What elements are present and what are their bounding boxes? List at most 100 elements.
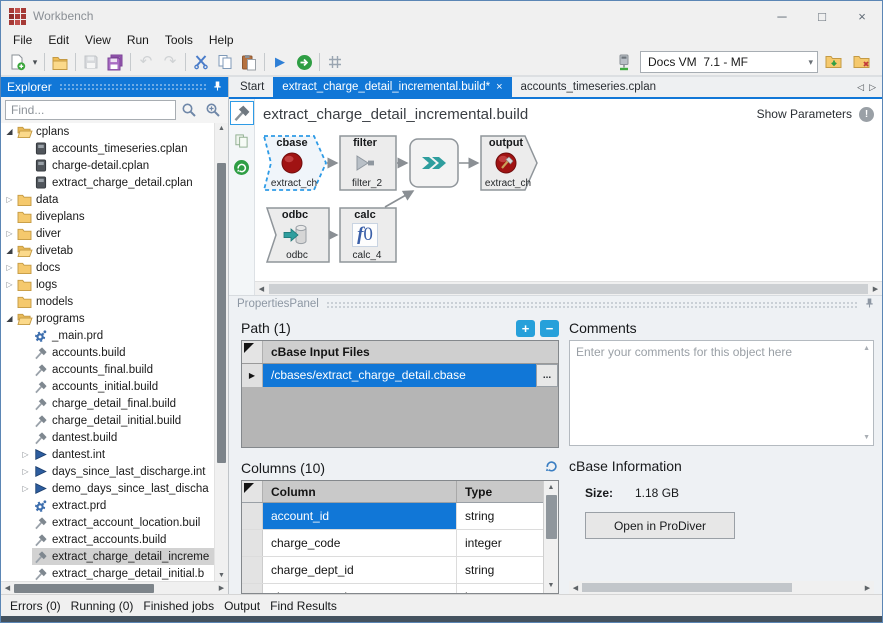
pin-icon[interactable] xyxy=(213,80,222,95)
column-row[interactable]: charge_quantityinteger xyxy=(242,584,543,594)
column-type-cell[interactable]: integer xyxy=(457,584,543,594)
column-row[interactable]: charge_codeinteger xyxy=(242,530,543,557)
status-output[interactable]: Output xyxy=(219,597,265,615)
scroll-left-icon[interactable]: ◀ xyxy=(1,584,14,592)
node-merge[interactable] xyxy=(409,138,459,188)
tree-item-body[interactable]: demo_days_since_last_discha xyxy=(32,480,214,497)
scroll-thumb[interactable] xyxy=(14,584,154,593)
expander-expanded-icon[interactable]: ◢ xyxy=(3,246,16,255)
tree-horizontal-scrollbar[interactable]: ◀ ▶ xyxy=(1,581,228,594)
tree-item-body[interactable]: extract_accounts.build xyxy=(32,531,214,548)
column-type-cell[interactable]: string xyxy=(457,557,543,583)
tree-item[interactable]: extract.prd xyxy=(1,497,214,514)
tree-item-body[interactable]: charge_detail_initial.build xyxy=(32,412,214,429)
scroll-right-icon[interactable]: ▶ xyxy=(215,584,228,592)
status-errors[interactable]: Errors (0) xyxy=(5,597,66,615)
column-type-cell[interactable]: integer xyxy=(457,530,543,556)
scroll-down-icon[interactable]: ▼ xyxy=(863,434,870,441)
row-selector[interactable] xyxy=(242,530,263,556)
tab-scroll-right-icon[interactable]: ▷ xyxy=(869,82,876,93)
folder-delete-button[interactable] xyxy=(850,50,874,74)
tree-item[interactable]: accounts.build xyxy=(1,344,214,361)
tree-item[interactable]: extract_charge_detail_initial.b xyxy=(1,565,214,581)
tree-item[interactable]: ◢divetab xyxy=(1,242,214,259)
tree-item-body[interactable]: accounts_timeseries.cplan xyxy=(32,140,214,157)
tree-item[interactable]: extract_charge_detail.cplan xyxy=(1,174,214,191)
scroll-thumb[interactable] xyxy=(546,495,557,539)
select-all-corner[interactable] xyxy=(242,341,263,363)
pin-icon[interactable] xyxy=(865,297,874,312)
show-parameters-link[interactable]: Show Parameters xyxy=(757,107,852,121)
tree-item[interactable]: ▷docs xyxy=(1,259,214,276)
tree-item[interactable]: charge_detail_final.build xyxy=(1,395,214,412)
row-selector[interactable] xyxy=(242,584,263,594)
status-running[interactable]: Running (0) xyxy=(66,597,139,615)
tree-item[interactable]: ▷demo_days_since_last_discha xyxy=(1,480,214,497)
grid-button[interactable] xyxy=(323,50,347,74)
browse-ellipsis-button[interactable]: ... xyxy=(536,364,558,387)
tree-item-body[interactable]: _main.prd xyxy=(32,327,214,344)
tree-item[interactable]: extract_accounts.build xyxy=(1,531,214,548)
scroll-down-icon[interactable]: ▼ xyxy=(548,579,555,593)
info-icon[interactable]: ! xyxy=(859,107,874,122)
tree-item[interactable]: _main.prd xyxy=(1,327,214,344)
menu-edit[interactable]: Edit xyxy=(40,32,77,48)
folder-download-button[interactable] xyxy=(822,50,846,74)
tree-item-body[interactable]: extract_charge_detail.cplan xyxy=(32,174,214,191)
tree-item-body[interactable]: dantest.build xyxy=(32,429,214,446)
column-row[interactable]: account_idstring xyxy=(242,503,543,530)
tree-item[interactable]: ◢programs xyxy=(1,310,214,327)
tree-item[interactable]: extract_account_location.buil xyxy=(1,514,214,531)
search-zoom-icon[interactable] xyxy=(202,99,224,121)
remove-path-button[interactable]: − xyxy=(540,320,559,337)
expander-collapsed-icon[interactable]: ▷ xyxy=(19,467,32,476)
expander-collapsed-icon[interactable]: ▷ xyxy=(19,484,32,493)
path-value[interactable]: /cbases/extract_charge_detail.cbase xyxy=(263,364,536,387)
tab-close-icon[interactable]: × xyxy=(496,81,502,93)
node-filter[interactable]: filterfilter_2 xyxy=(339,135,397,191)
tree-item-body[interactable]: extract.prd xyxy=(32,497,214,514)
tree-item[interactable]: models xyxy=(1,293,214,310)
scroll-left-icon[interactable]: ◀ xyxy=(569,584,582,592)
scroll-up-icon[interactable]: ▲ xyxy=(863,345,870,352)
tree-item[interactable]: ▷dantest.int xyxy=(1,446,214,463)
tree-item[interactable]: diveplans xyxy=(1,208,214,225)
path-row[interactable]: ▶/cbases/extract_charge_detail.cbase... xyxy=(242,363,558,387)
menu-tools[interactable]: Tools xyxy=(157,32,201,48)
tree-item[interactable]: accounts_timeseries.cplan xyxy=(1,140,214,157)
row-selector[interactable] xyxy=(242,503,263,529)
save-all-button[interactable] xyxy=(103,50,127,74)
expander-collapsed-icon[interactable]: ▷ xyxy=(19,450,32,459)
scroll-right-icon[interactable]: ▶ xyxy=(861,584,874,592)
cut-button[interactable] xyxy=(189,50,213,74)
open-folder-button[interactable] xyxy=(48,50,72,74)
tree-vertical-scrollbar[interactable]: ▲ ▼ xyxy=(214,123,228,581)
paste-button[interactable] xyxy=(237,50,261,74)
scroll-down-icon[interactable]: ▼ xyxy=(215,572,228,579)
column-name-cell[interactable]: account_id xyxy=(263,503,457,529)
tree-item-body[interactable]: extract_charge_detail_increme xyxy=(32,548,214,565)
tree-item[interactable]: accounts_initial.build xyxy=(1,378,214,395)
column-name-cell[interactable]: charge_quantity xyxy=(263,584,457,594)
tab-2[interactable]: accounts_timeseries.cplan xyxy=(512,77,666,97)
new-file-button[interactable] xyxy=(5,50,29,74)
row-selector[interactable] xyxy=(242,557,263,583)
tree-item-body[interactable]: dantest.int xyxy=(32,446,214,463)
tree-item[interactable]: charge_detail_initial.build xyxy=(1,412,214,429)
column-name-cell[interactable]: charge_dept_id xyxy=(263,557,457,583)
scroll-thumb[interactable] xyxy=(217,163,226,463)
minimize-button[interactable]: ─ xyxy=(762,1,802,31)
maximize-button[interactable]: □ xyxy=(802,1,842,31)
tree-item-body[interactable]: charge-detail.cplan xyxy=(32,157,214,174)
tree-item[interactable]: ◢cplans xyxy=(1,123,214,140)
go-button[interactable] xyxy=(292,50,316,74)
tree-item-body[interactable]: programs xyxy=(16,310,214,327)
tree-item-body[interactable]: data xyxy=(16,191,214,208)
tree-item[interactable]: charge-detail.cplan xyxy=(1,157,214,174)
comments-textarea[interactable] xyxy=(569,340,874,446)
expander-collapsed-icon[interactable]: ▷ xyxy=(3,263,16,272)
tab-scroll-left-icon[interactable]: ◁ xyxy=(857,82,864,93)
column-type-cell[interactable]: string xyxy=(457,503,543,529)
tree-item-body[interactable]: accounts_final.build xyxy=(32,361,214,378)
tree-item-body[interactable]: charge_detail_final.build xyxy=(32,395,214,412)
